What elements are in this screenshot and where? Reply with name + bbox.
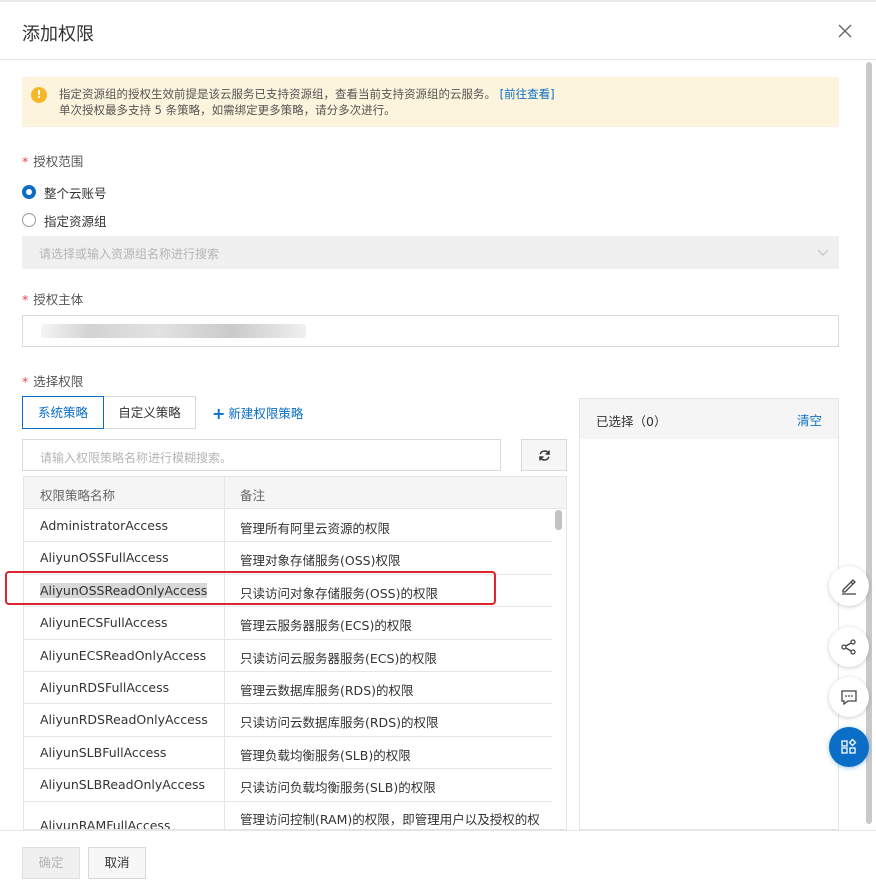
apps-icon (841, 738, 857, 754)
policy-name-cell: AliyunOSSFullAccess (40, 550, 169, 566)
dialog-header: 添加权限 (0, 2, 876, 60)
chevron-down-icon (817, 249, 829, 256)
table-scrollbar[interactable] (555, 510, 562, 530)
table-row[interactable]: AliyunSLBFullAccess 管理负载均衡服务(SLB)的权限 (24, 737, 552, 770)
tab-custom-policy[interactable]: 自定义策略 (104, 396, 196, 429)
principal-label: * 授权主体 (22, 289, 83, 308)
view-link[interactable]: [前往查看] (500, 87, 555, 101)
table-row[interactable]: AliyunECSReadOnlyAccess 只读访问云服务器服务(ECS)的权… (24, 640, 552, 672)
confirm-button[interactable]: 确定 (22, 847, 80, 879)
selected-count: 已选择（0） (596, 414, 667, 429)
radio-checked-icon[interactable] (22, 185, 36, 199)
refresh-icon (539, 450, 550, 461)
tab-system-policy[interactable]: 系统策略 (22, 396, 104, 429)
alert-line-1: 指定资源组的授权生效前提是该云服务已支持资源组，查看当前支持资源组的云服务。 [… (59, 86, 839, 102)
scope-label-text: 授权范围 (33, 154, 84, 169)
policy-name-cell: AliyunSLBFullAccess (40, 744, 167, 760)
highlight-annotation (5, 571, 496, 605)
refresh-button[interactable] (521, 439, 567, 471)
cancel-button[interactable]: 取消 (88, 847, 146, 879)
table-row[interactable]: AliyunRDSReadOnlyAccess 只读访问云数据库服务(RDS)的权… (24, 704, 552, 737)
radio-unchecked-icon[interactable] (22, 213, 36, 227)
share-float-button[interactable] (829, 627, 869, 667)
dialog-scrollbar[interactable] (866, 62, 872, 824)
table-header: 权限策略名称 备注 (24, 477, 566, 509)
policy-name-cell: AliyunECSReadOnlyAccess (40, 647, 207, 663)
new-policy-label: 新建权限策略 (228, 406, 304, 421)
policy-name-cell: AliyunRDSReadOnlyAccess (40, 712, 208, 728)
edit-float-button[interactable] (829, 566, 869, 606)
selected-panel-header: 已选择（0） 清空 (580, 399, 838, 439)
principal-label-text: 授权主体 (33, 292, 84, 307)
policy-search-input[interactable]: 请输入权限策略名称进行模糊搜索。 (22, 439, 501, 471)
permissions-label: * 选择权限 (22, 371, 83, 390)
permissions-label-text: 选择权限 (33, 374, 84, 389)
resource-group-select: 请选择或输入资源组名称进行搜索 (22, 236, 839, 269)
redacted-principal (41, 324, 306, 338)
warning-icon: ! (31, 87, 47, 103)
policy-note-cell: 只读访问云服务器服务(ECS)的权限 (240, 650, 437, 666)
info-alert: ! 指定资源组的授权生效前提是该云服务已支持资源组，查看当前支持资源组的云服务。… (22, 77, 839, 127)
edit-icon (842, 579, 856, 595)
policy-note-cell: 只读访问负载均衡服务(SLB)的权限 (240, 780, 436, 796)
principal-input[interactable] (22, 315, 839, 347)
table-row[interactable]: AdministratorAccess 管理所有阿里云资源的权限 (24, 510, 552, 543)
radio-resource-group[interactable]: 指定资源组 (22, 212, 107, 229)
share-icon (841, 639, 856, 655)
policy-table: 权限策略名称 备注 AdministratorAccess 管理所有阿里云资源的权… (23, 476, 567, 830)
policy-name-cell: AliyunECSFullAccess (40, 615, 168, 631)
table-row[interactable]: AliyunRAMFullAccess 管理访问控制(RAM)的权限，即管理用户以… (24, 802, 552, 830)
policy-note-cell: 管理云数据库服务(RDS)的权限 (240, 683, 414, 698)
feedback-float-button[interactable] (829, 677, 869, 717)
policy-note-cell: 管理访问控制(RAM)的权限，即管理用户以及授权的权 (240, 811, 540, 827)
table-row[interactable]: AliyunECSFullAccess 管理云服务器服务(ECS)的权限 (24, 607, 552, 640)
policy-search-placeholder: 请输入权限策略名称进行模糊搜索。 (40, 451, 233, 465)
required-mark: * (22, 374, 29, 389)
table-row[interactable]: AliyunRDSFullAccess 管理云数据库服务(RDS)的权限 (24, 672, 552, 705)
apps-float-button[interactable] (829, 727, 869, 767)
dialog-footer: 确定 取消 (0, 830, 876, 894)
alert-line-2: 单次授权最多支持 5 条策略，如需绑定更多策略，请分多次进行。 (59, 103, 396, 117)
scope-label: * 授权范围 (22, 151, 83, 170)
required-mark: * (22, 154, 29, 169)
policy-name-cell: AliyunSLBReadOnlyAccess (40, 777, 206, 793)
radio-whole-account[interactable]: 整个云账号 (22, 184, 107, 201)
column-header-name: 权限策略名称 (40, 488, 116, 503)
selected-panel: 已选择（0） 清空 (579, 398, 839, 830)
table-row[interactable]: AliyunOSSFullAccess 管理对象存储服务(OSS)权限 (24, 542, 552, 575)
plus-icon: + (212, 404, 226, 423)
clear-link[interactable]: 清空 (797, 410, 822, 429)
required-mark: * (22, 292, 29, 307)
policy-name-cell: AliyunRAMFullAccess (40, 817, 171, 830)
table-row[interactable]: AliyunSLBReadOnlyAccess 只读访问负载均衡服务(SLB)的权… (24, 769, 552, 802)
radio-label-resource-group: 指定资源组 (44, 213, 107, 229)
close-icon[interactable] (836, 22, 854, 40)
new-policy-link[interactable]: + 新建权限策略 (212, 403, 304, 423)
policy-note-cell: 管理云服务器服务(ECS)的权限 (240, 618, 412, 634)
policy-name-cell: AdministratorAccess (40, 518, 169, 533)
column-header-note: 备注 (240, 488, 266, 503)
radio-label-whole-account: 整个云账号 (44, 185, 107, 201)
dialog-title: 添加权限 (22, 24, 94, 45)
policy-note-cell: 管理对象存储服务(OSS)权限 (240, 553, 401, 569)
policy-name-cell: AliyunRDSFullAccess (40, 680, 170, 695)
policy-note-cell: 只读访问云数据库服务(RDS)的权限 (240, 715, 439, 731)
chat-icon (841, 690, 857, 706)
resource-group-placeholder: 请选择或输入资源组名称进行搜索 (39, 247, 220, 261)
policy-note-cell: 管理负载均衡服务(SLB)的权限 (240, 747, 411, 763)
policy-note-cell: 管理所有阿里云资源的权限 (240, 521, 391, 536)
alert-text-1: 指定资源组的授权生效前提是该云服务已支持资源组，查看当前支持资源组的云服务。 (59, 87, 496, 101)
